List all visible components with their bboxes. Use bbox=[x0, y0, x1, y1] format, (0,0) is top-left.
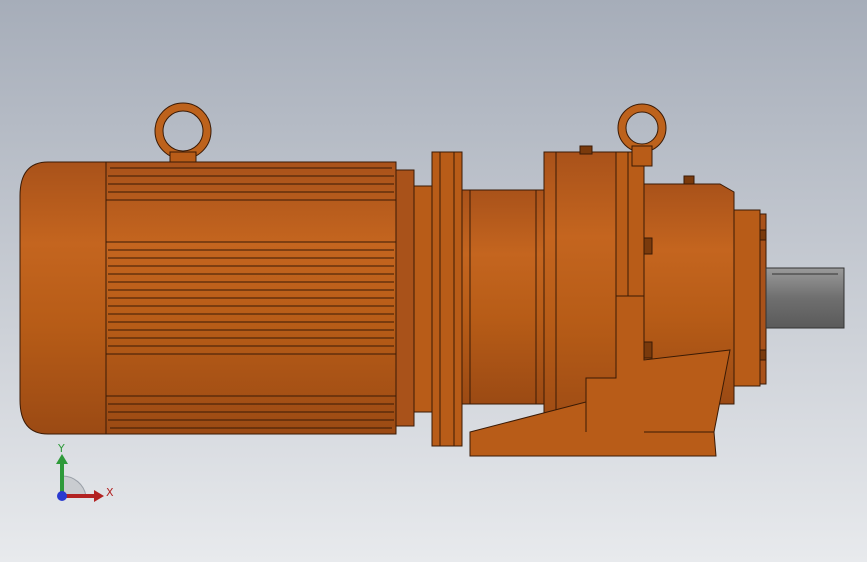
cad-graphics-viewport[interactable]: Y X bbox=[0, 0, 867, 562]
gearbox-input-housing bbox=[461, 189, 545, 405]
motor-end-flange bbox=[395, 169, 415, 427]
z-axis-dot bbox=[57, 491, 67, 501]
bearing-cap bbox=[733, 209, 761, 387]
input-flange bbox=[431, 151, 463, 447]
adapter-ring bbox=[413, 185, 433, 413]
x-axis-arrow bbox=[94, 490, 104, 502]
y-axis-arrow bbox=[56, 454, 68, 464]
x-axis-label: X bbox=[106, 486, 114, 499]
coordinate-triad: Y X bbox=[56, 442, 114, 502]
fan-cover bbox=[19, 161, 107, 435]
output-shaft bbox=[765, 267, 845, 329]
y-axis-label: Y bbox=[57, 442, 65, 455]
